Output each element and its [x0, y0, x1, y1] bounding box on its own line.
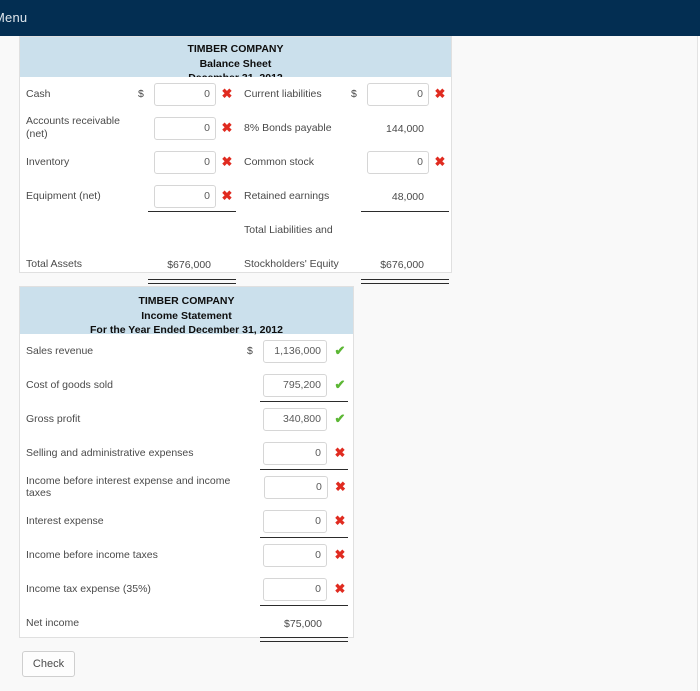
total-rule [260, 637, 348, 642]
table-row: Stockholders' Equity $676,000 [238, 247, 451, 281]
table-row: Net income $75,000 [20, 606, 353, 642]
dollar-sign: $ [138, 88, 144, 100]
table-row: Current liabilities $ ✖ [238, 77, 451, 111]
row-label-income-before-income-taxes: Income before income taxes [26, 549, 158, 561]
status-icon-correct: ✔ [334, 411, 346, 426]
status-icon-wrong: ✖ [221, 86, 233, 101]
row-label-retained-earnings: Retained earnings [244, 189, 330, 202]
retained-earnings-value: 48,000 [391, 191, 424, 203]
income-statement-header: TIMBER COMPANY Income Statement For the … [20, 287, 353, 336]
table-row: Accounts receivable (net) ✖ [20, 111, 238, 145]
interest-expense-input[interactable] [263, 509, 327, 533]
status-icon-wrong: ✖ [334, 513, 346, 528]
gross-profit-input[interactable] [263, 407, 327, 431]
table-row: Common stock ✖ [238, 145, 451, 179]
row-label-current-liabilities: Current liabilities [244, 87, 322, 100]
table-row: Cash $ ✖ [20, 77, 238, 111]
status-icon-wrong: ✖ [434, 86, 446, 101]
balance-sheet-date: December 31, 2012 [20, 71, 451, 77]
status-icon-wrong: ✖ [221, 120, 233, 135]
row-label-selling-admin-expenses: Selling and administrative expenses [26, 447, 194, 459]
dollar-sign: $ [247, 345, 253, 357]
table-row: Gross profit ✔ [20, 402, 353, 436]
row-label-equipment: Equipment (net) [26, 189, 101, 202]
row-label-gross-profit: Gross profit [26, 413, 81, 425]
cost-of-goods-sold-input[interactable] [263, 373, 327, 397]
balance-sheet-body: Cash $ ✖ Accounts receivable (net) ✖ [20, 77, 451, 284]
table-row-spacer [20, 213, 238, 247]
row-label-income-before-interest-and-taxes: Income before interest expense and incom… [26, 475, 231, 499]
row-label-net-income: Net income [26, 617, 80, 629]
table-row: Total Assets $676,000 [20, 247, 238, 281]
status-icon-wrong: ✖ [334, 547, 346, 562]
inventory-input[interactable] [154, 150, 216, 174]
common-stock-input[interactable] [367, 150, 429, 174]
table-row: Retained earnings 48,000 [238, 179, 451, 213]
table-row: Inventory ✖ [20, 145, 238, 179]
table-row: Income before income taxes ✖ [20, 538, 353, 572]
balance-sheet-company-name: TIMBER COMPANY [187, 43, 284, 55]
balance-sheet-card: TIMBER COMPANY Balance Sheet December 31… [19, 36, 452, 284]
accounts-receivable-input[interactable] [154, 116, 216, 140]
row-label-cash: Cash [26, 87, 51, 100]
income-statement-statement-name: Income Statement [141, 309, 232, 322]
current-liabilities-input[interactable] [367, 82, 429, 106]
page-content: TIMBER COMPANY Balance Sheet December 31… [0, 36, 698, 691]
status-icon-correct: ✔ [334, 377, 346, 392]
table-row: Cost of goods sold ✔ [20, 368, 353, 402]
status-icon-wrong: ✖ [434, 154, 446, 169]
table-row: Income before interest expense and incom… [20, 470, 353, 504]
total-assets-value: $676,000 [167, 259, 211, 271]
income-before-interest-taxes-input[interactable] [263, 475, 328, 499]
table-row: 8% Bonds payable 144,000 [238, 111, 451, 145]
menu-button[interactable]: Menu [0, 10, 27, 25]
row-label-accounts-receivable: Accounts receivable (net) [26, 115, 120, 140]
balance-sheet-statement-name: Balance Sheet [199, 57, 272, 70]
check-button[interactable]: Check [22, 651, 75, 677]
equipment-input[interactable] [154, 184, 216, 208]
income-tax-expense-input[interactable] [263, 577, 327, 601]
liabilities-equity-column: Current liabilities $ ✖ 8% Bonds payable… [238, 77, 451, 284]
income-statement-card: TIMBER COMPANY Income Statement For the … [19, 286, 354, 642]
table-row: Interest expense ✖ [20, 504, 353, 538]
status-icon-wrong: ✖ [334, 445, 346, 460]
status-icon-correct: ✔ [334, 343, 346, 358]
row-label-common-stock: Common stock [244, 155, 315, 168]
assets-column: Cash $ ✖ Accounts receivable (net) ✖ [20, 77, 238, 284]
row-label-sales-revenue: Sales revenue [26, 345, 94, 357]
sales-revenue-input[interactable] [263, 339, 327, 363]
table-row: Equipment (net) ✖ [20, 179, 238, 213]
income-statement-company-name: TIMBER COMPANY [138, 295, 235, 307]
row-label-income-tax-expense: Income tax expense (35%) [26, 583, 151, 595]
balance-sheet-header: TIMBER COMPANY Balance Sheet December 31… [20, 37, 451, 77]
table-row: Income tax expense (35%) ✖ [20, 572, 353, 606]
table-row: Selling and administrative expenses ✖ [20, 436, 353, 470]
status-icon-wrong: ✖ [334, 581, 346, 596]
status-icon-wrong: ✖ [221, 188, 233, 203]
row-label-inventory: Inventory [26, 155, 70, 168]
net-income-value: $75,000 [284, 618, 322, 630]
selling-admin-expenses-input[interactable] [263, 441, 327, 465]
row-label-cost-of-goods-sold: Cost of goods sold [26, 379, 113, 391]
row-label-total-assets: Total Assets [26, 257, 83, 270]
dollar-sign: $ [351, 88, 357, 100]
row-label-total-liabilities-and: Total Liabilities and [244, 223, 333, 236]
status-icon-wrong: ✖ [221, 154, 233, 169]
income-before-income-taxes-input[interactable] [263, 543, 327, 567]
income-statement-body: Sales revenue $ ✔ Cost of goods sold ✔ G… [20, 334, 353, 642]
row-label-interest-expense: Interest expense [26, 515, 104, 527]
bonds-payable-value: 144,000 [386, 123, 424, 135]
top-navbar: Menu [0, 0, 700, 36]
row-label-bonds-payable: 8% Bonds payable [244, 121, 332, 134]
table-row: Total Liabilities and [238, 213, 451, 247]
table-row: Sales revenue $ ✔ [20, 334, 353, 368]
total-liabilities-equity-value: $676,000 [380, 259, 424, 271]
status-icon-wrong: ✖ [334, 479, 346, 494]
row-label-stockholders-equity: Stockholders' Equity [244, 257, 339, 270]
cash-input[interactable] [154, 82, 216, 106]
